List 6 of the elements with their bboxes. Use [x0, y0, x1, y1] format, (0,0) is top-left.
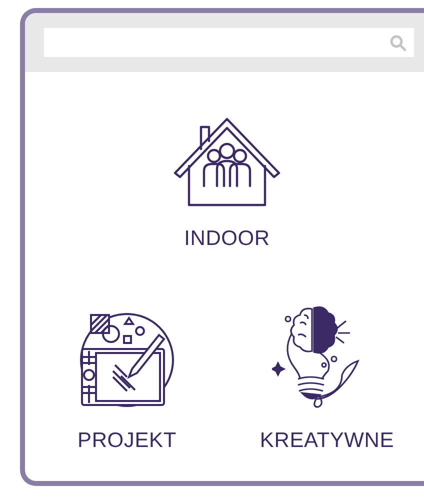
category-label[interactable]: PROJEKT [78, 429, 176, 453]
search-field[interactable] [44, 28, 414, 57]
category-label[interactable]: INDOOR [184, 227, 270, 251]
search-icon [390, 34, 406, 50]
category-label[interactable]: KREATYWNE [260, 429, 394, 453]
drawing-tablet-icon [77, 311, 177, 409]
